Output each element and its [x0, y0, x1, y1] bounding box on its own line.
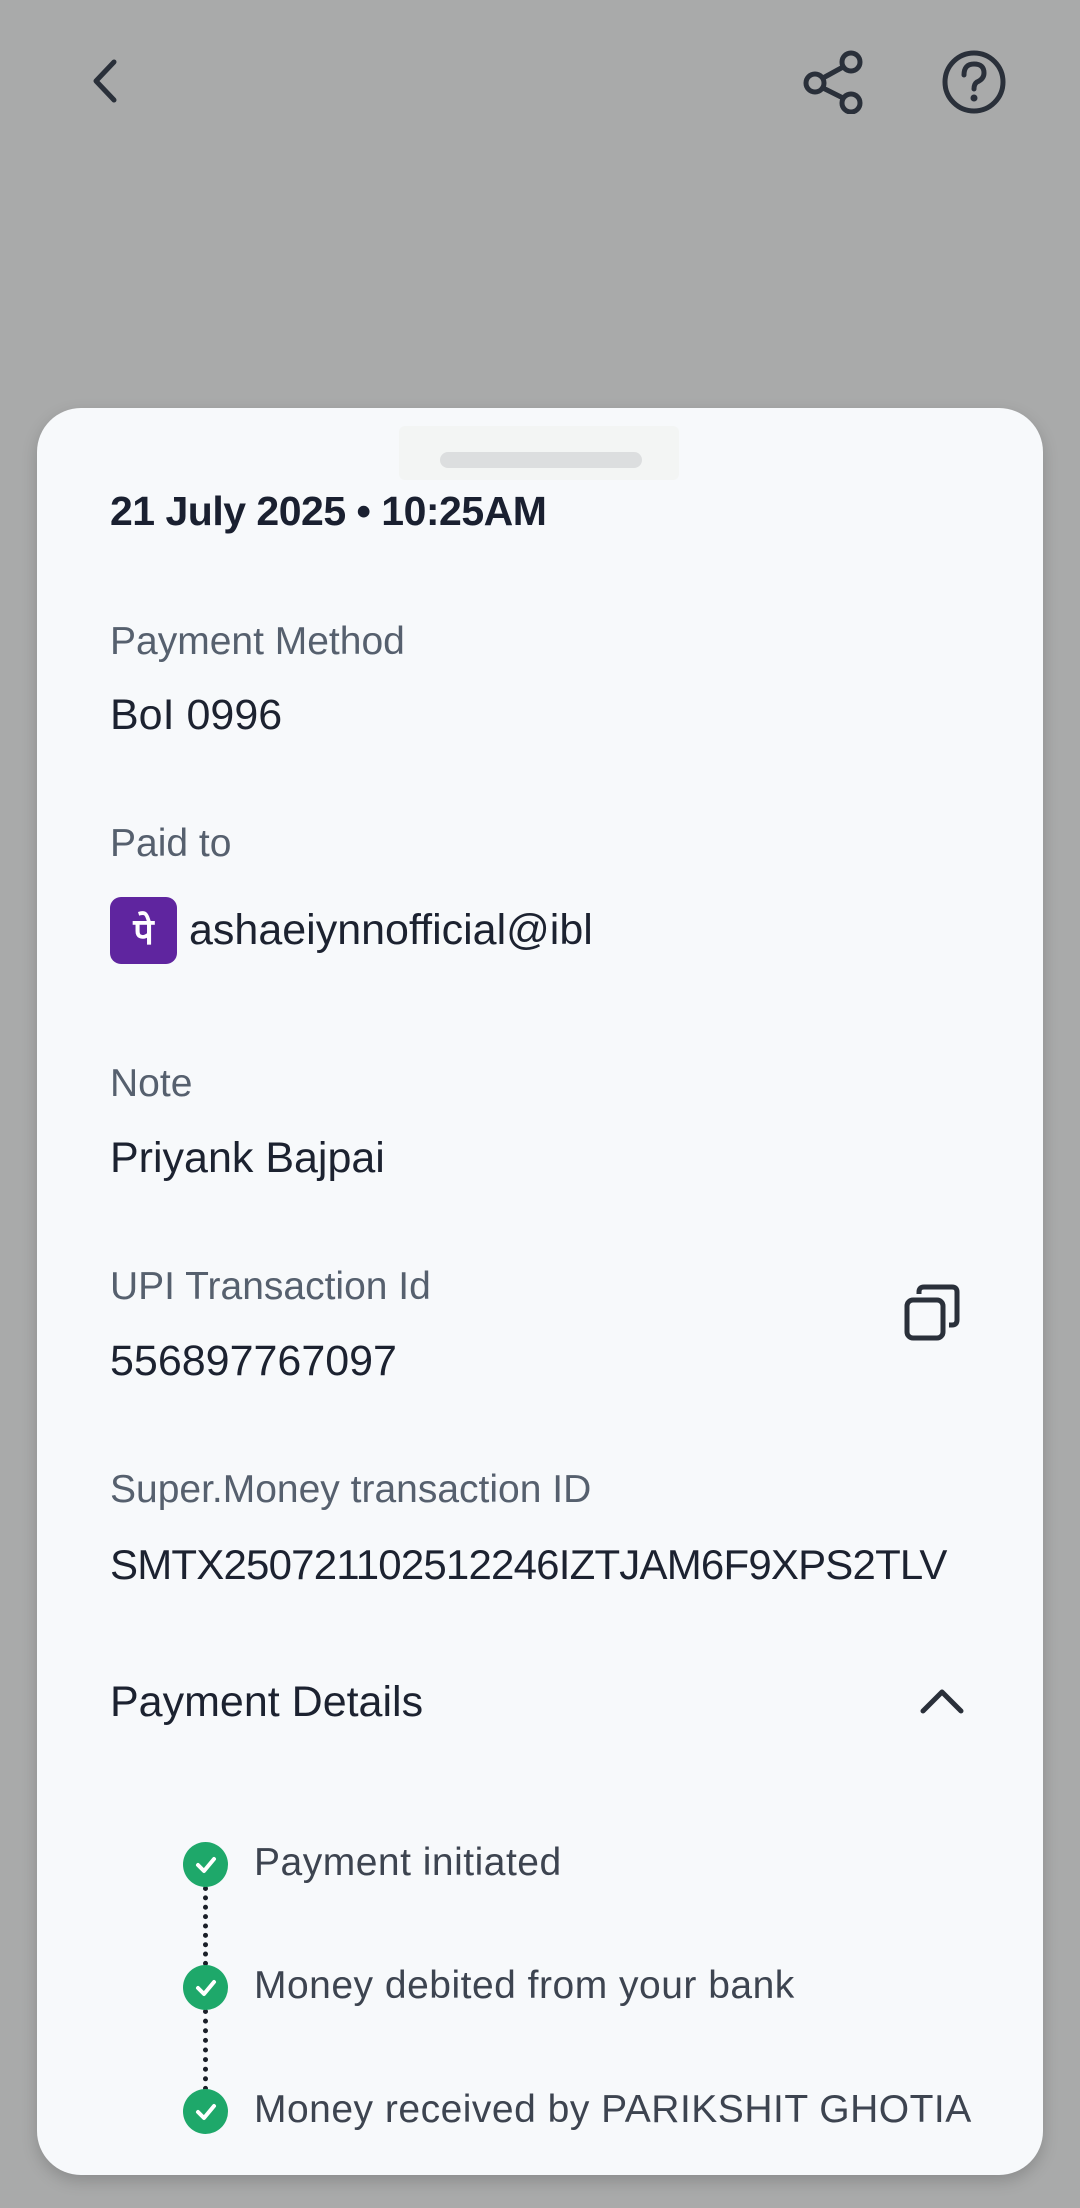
check-circle-icon [183, 1842, 228, 1887]
timeline-step-label: Payment initiated [254, 1841, 562, 1884]
help-button[interactable] [936, 44, 1012, 120]
payment-details-title: Payment Details [110, 1678, 424, 1726]
chevron-up-icon [920, 1689, 964, 1714]
check-circle-icon [183, 2089, 228, 2134]
note-label: Note [110, 1062, 193, 1105]
paid-to-label: Paid to [110, 822, 232, 865]
copy-icon [904, 1284, 960, 1341]
transaction-datetime: 21 July 2025 • 10:25AM [110, 488, 547, 534]
payment-method-label: Payment Method [110, 620, 405, 663]
payment-details-collapse-button[interactable] [907, 1666, 977, 1736]
note-value: Priyank Bajpai [110, 1134, 385, 1182]
payee-row: पे ashaeiynnofficial@ibl [110, 897, 593, 964]
upi-transaction-id-label: UPI Transaction Id [110, 1265, 431, 1308]
check-circle-icon [183, 1965, 228, 2010]
phonepe-logo: पे [110, 897, 177, 964]
chevron-left-icon [93, 59, 117, 103]
upi-transaction-id-value: 556897767097 [110, 1337, 397, 1385]
timeline-step-label: Money received by PARIKSHIT GHOTIA [254, 2088, 972, 2131]
transaction-details-sheet: 21 July 2025 • 10:25AM Payment Method Bo… [37, 408, 1043, 2175]
payee-upi-id: ashaeiynnofficial@ibl [189, 906, 593, 954]
timeline-step-label: Money debited from your bank [254, 1964, 795, 2007]
payment-method-value: BoI 0996 [110, 691, 283, 739]
supermoney-transaction-id-label: Super.Money transaction ID [110, 1468, 592, 1511]
back-button[interactable] [66, 46, 146, 116]
top-bar [0, 0, 1080, 170]
copy-upi-id-button[interactable] [897, 1278, 967, 1348]
help-circle-icon [942, 50, 1006, 114]
drag-handle[interactable] [440, 452, 642, 468]
share-icon [803, 50, 863, 114]
timeline-connector [203, 1886, 208, 1966]
share-button[interactable] [796, 44, 872, 120]
supermoney-transaction-id-value: SMTX250721102512246IZTJAM6F9XPS2TLV [110, 1541, 947, 1588]
timeline-connector [203, 2009, 208, 2091]
